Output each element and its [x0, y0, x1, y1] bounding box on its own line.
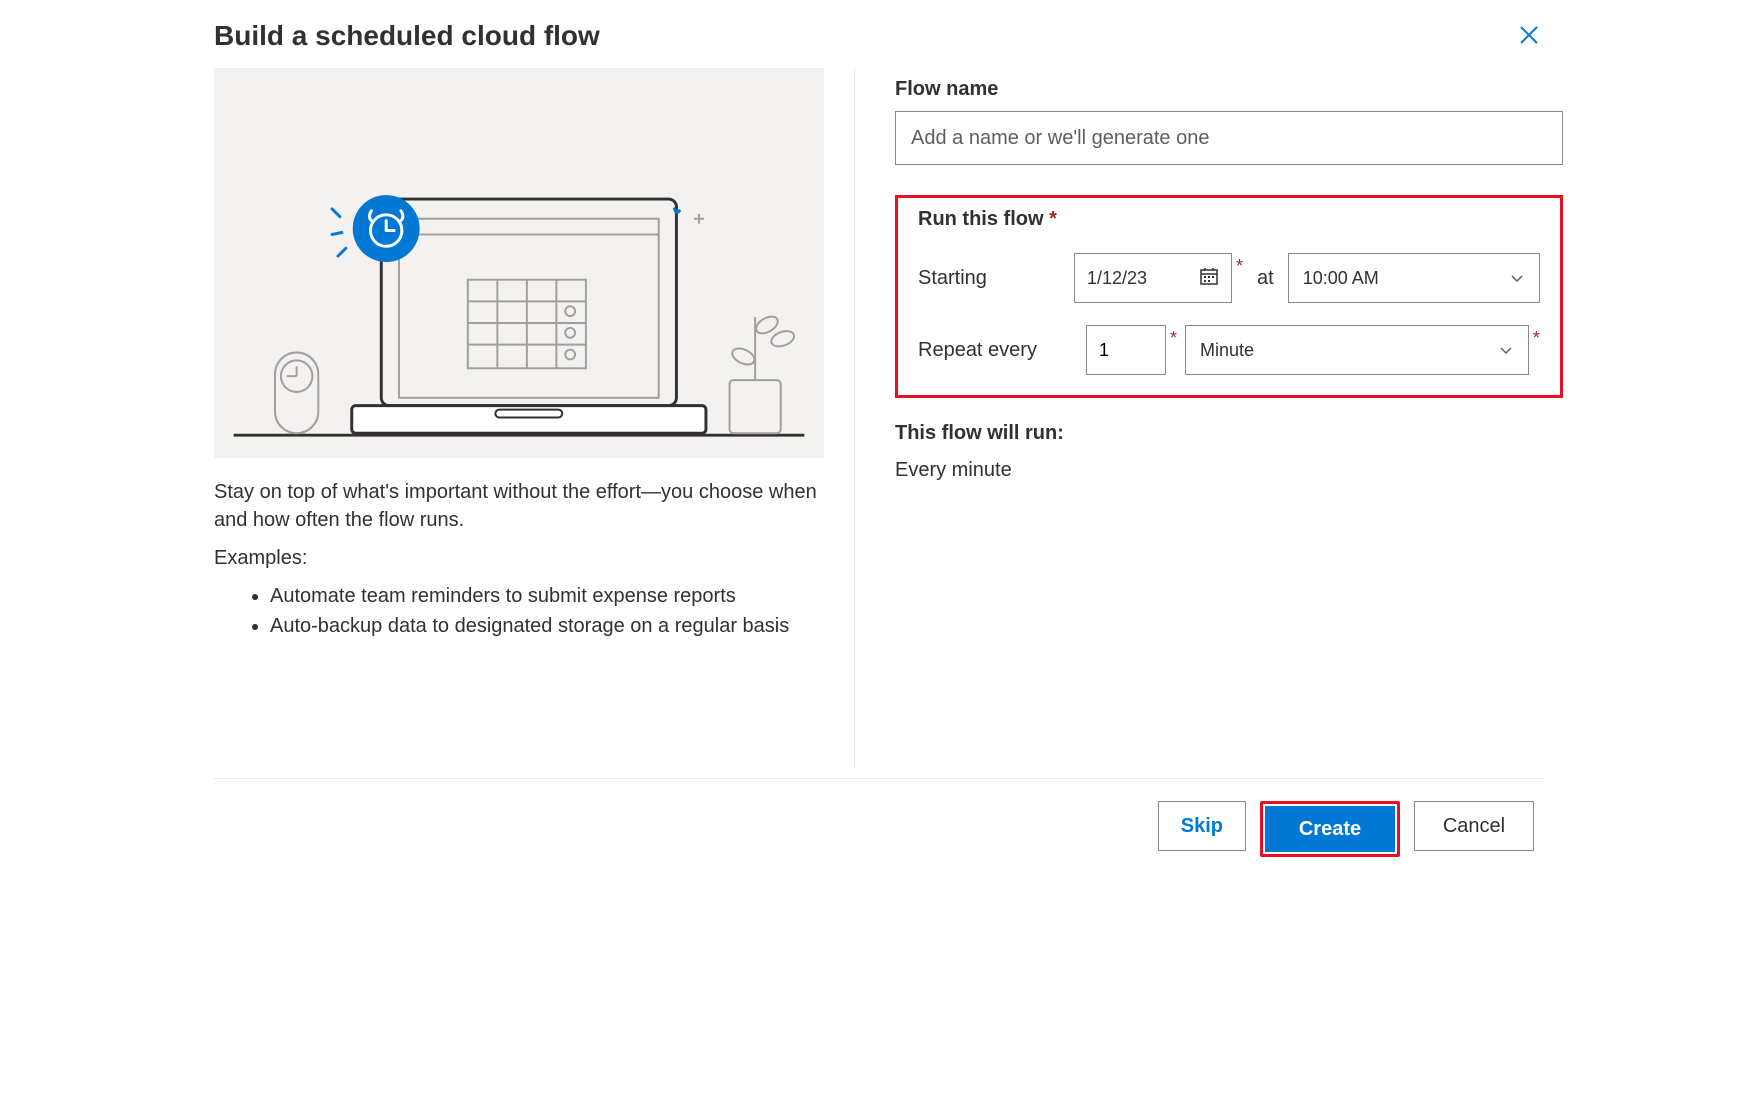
calendar-icon[interactable]: [1199, 266, 1219, 291]
create-button-highlight: Create: [1260, 801, 1400, 857]
flow-will-run-value: Every minute: [895, 459, 1563, 482]
flow-name-input[interactable]: [895, 111, 1563, 165]
repeat-unit-select[interactable]: Minute: [1185, 325, 1529, 375]
close-button[interactable]: [1514, 20, 1544, 53]
flow-name-label: Flow name: [895, 78, 1563, 101]
run-this-flow-section: Run this flow * Starting 1/12/23 * at: [895, 195, 1563, 398]
required-asterisk: *: [1049, 208, 1057, 230]
examples-label: Examples:: [214, 544, 824, 572]
start-date-value: 1/12/23: [1087, 268, 1147, 289]
dialog-title: Build a scheduled cloud flow: [214, 20, 600, 52]
example-item: Auto-backup data to designated storage o…: [270, 612, 824, 640]
at-label: at: [1257, 267, 1274, 290]
required-asterisk: *: [1236, 257, 1243, 275]
repeat-unit-value: Minute: [1200, 340, 1254, 361]
start-time-value: 10:00 AM: [1303, 268, 1379, 289]
start-time-select[interactable]: 10:00 AM: [1288, 253, 1540, 303]
required-asterisk: *: [1170, 329, 1177, 347]
skip-button[interactable]: Skip: [1158, 801, 1246, 851]
start-date-input[interactable]: 1/12/23: [1074, 253, 1232, 303]
flow-will-run-label: This flow will run:: [895, 422, 1563, 445]
chevron-down-icon: [1498, 342, 1514, 358]
intro-text: Stay on top of what's important without …: [214, 478, 824, 534]
chevron-down-icon: [1509, 270, 1525, 286]
required-asterisk: *: [1533, 329, 1540, 347]
close-icon: [1518, 24, 1540, 46]
run-this-flow-label: Run this flow: [918, 208, 1044, 230]
repeat-every-label: Repeat every: [918, 339, 1058, 362]
repeat-interval-input[interactable]: [1086, 325, 1166, 375]
illustration: [214, 68, 824, 458]
cancel-button[interactable]: Cancel: [1414, 801, 1534, 851]
starting-label: Starting: [918, 267, 1058, 290]
create-button[interactable]: Create: [1265, 806, 1395, 852]
example-item: Automate team reminders to submit expens…: [270, 582, 824, 610]
